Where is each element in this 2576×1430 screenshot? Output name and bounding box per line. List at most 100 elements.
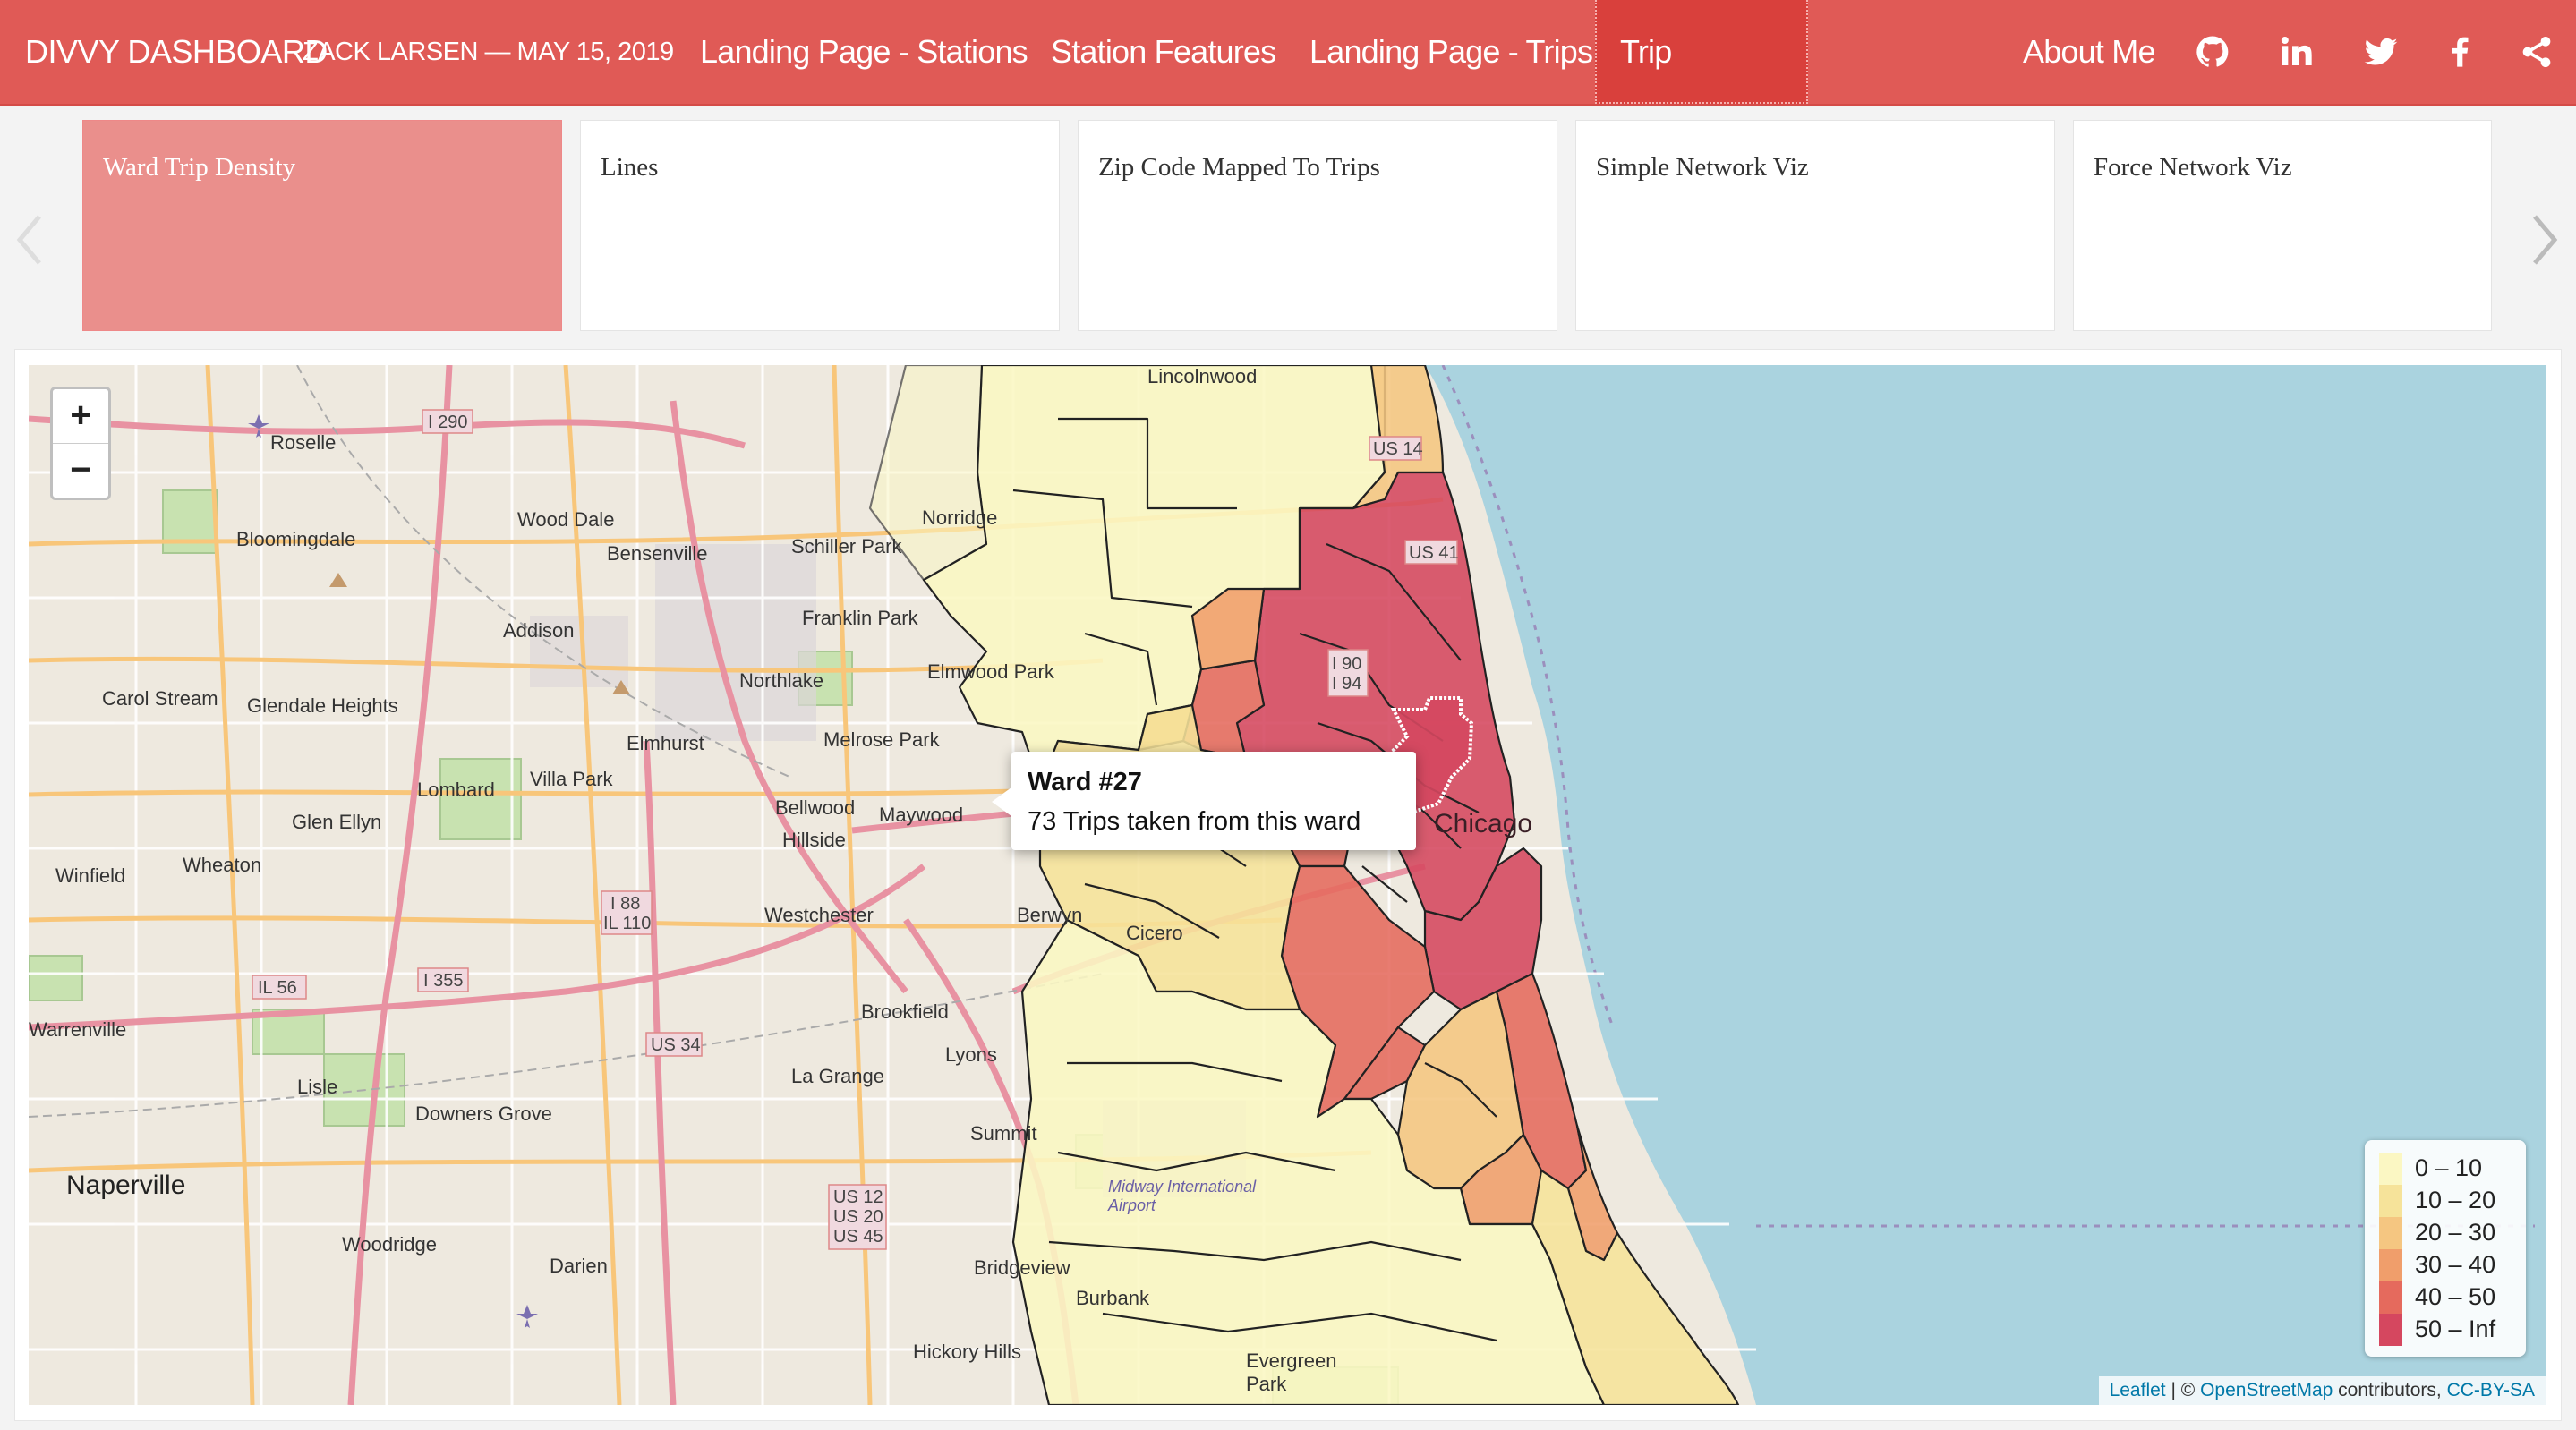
place-label: Chicago [1434, 809, 1533, 838]
place-label: Lisle [297, 1076, 338, 1098]
leaflet-link[interactable]: Leaflet [2110, 1380, 2166, 1400]
legend-swatch [2379, 1185, 2402, 1217]
legend-swatch [2379, 1153, 2402, 1185]
card-label: Force Network Viz [2094, 153, 2292, 182]
place-label: Bloomingdale [236, 528, 356, 550]
place-label: Northlake [739, 669, 824, 692]
place-label: Addison [503, 619, 575, 642]
svg-text:I 290: I 290 [428, 413, 467, 432]
legend-row: 0 – 10 [2379, 1153, 2522, 1185]
nav-landing-stations[interactable]: Landing Page - Stations [700, 0, 1028, 104]
osm-link[interactable]: OpenStreetMap [2200, 1380, 2333, 1400]
nav-landing-trips[interactable]: Landing Page - Trips [1309, 0, 1593, 104]
leaflet-map[interactable]: I 290 I 88 IL 110 I 355 IL 56 US 34 US 12… [29, 365, 2546, 1405]
legend-swatch [2379, 1217, 2402, 1249]
nav-about-me[interactable]: About Me [2023, 0, 2156, 104]
facebook-icon[interactable] [2442, 34, 2478, 70]
place-label: Lombard [417, 779, 495, 801]
legend-label: 50 – Inf [2415, 1315, 2496, 1342]
share-icon[interactable] [2519, 34, 2555, 70]
svg-text:I 88: I 88 [610, 894, 640, 914]
place-label: Schiller Park [791, 535, 902, 558]
card-simple-network[interactable]: Simple Network Viz [1575, 120, 2055, 331]
card-label: Simple Network Viz [1596, 153, 1809, 182]
legend-swatch [2379, 1281, 2402, 1314]
svg-text:US 12: US 12 [833, 1187, 883, 1207]
zoom-control: + − [50, 387, 111, 500]
map-attribution: Leaflet | © OpenStreetMap contributors, … [2098, 1376, 2546, 1405]
place-label: Hickory Hills [913, 1341, 1021, 1363]
place-label: Bridgeview [974, 1256, 1070, 1279]
place-label: Brookfield [861, 1000, 949, 1023]
author-date: ZACK LARSEN — MAY 15, 2019 [303, 38, 674, 66]
svg-text:I 355: I 355 [423, 971, 463, 991]
popup-title: Ward #27 [1028, 768, 1142, 796]
twitter-icon[interactable] [2363, 34, 2399, 70]
carousel-prev-icon[interactable] [13, 204, 48, 276]
brand-title[interactable]: DIVVY DASHBOARD [25, 0, 328, 104]
nav-station-features[interactable]: Station Features [1051, 0, 1276, 104]
nav-trip-features[interactable]: Trip Features [1595, 0, 1808, 174]
legend-row: 50 – Inf [2379, 1314, 2522, 1346]
card-force-network[interactable]: Force Network Viz [2073, 120, 2492, 331]
place-label: Midway International Airport [1108, 1178, 1257, 1214]
place-label: Carol Stream [102, 687, 218, 710]
popup-text: 73 Trips taken from this ward [1028, 807, 1361, 836]
place-label: Burbank [1076, 1287, 1149, 1309]
legend-row: 10 – 20 [2379, 1185, 2522, 1217]
svg-text:US 14: US 14 [1373, 439, 1423, 459]
ward-popup: Ward #27 73 Trips taken from this ward [992, 752, 1416, 850]
place-label: Elmwood Park [927, 660, 1054, 683]
svg-text:I 90: I 90 [1332, 654, 1361, 674]
place-label: Bensenville [607, 542, 708, 565]
attribution-contrib: contributors, [2333, 1380, 2447, 1400]
carousel-next-icon[interactable] [2526, 204, 2562, 276]
place-label: Norridge [922, 506, 998, 529]
legend-label: 20 – 30 [2415, 1219, 2496, 1246]
legend-swatch [2379, 1249, 2402, 1281]
top-navbar: DIVVY DASHBOARD ZACK LARSEN — MAY 15, 20… [0, 0, 2576, 174]
place-label: Evergreen Park [1246, 1349, 1337, 1395]
legend-row: 20 – 30 [2379, 1217, 2522, 1249]
svg-text:IL 56: IL 56 [258, 978, 297, 998]
license-link[interactable]: CC-BY-SA [2447, 1380, 2535, 1400]
svg-text:US 45: US 45 [833, 1227, 883, 1247]
map-legend: 0 – 10 10 – 20 20 – 30 30 – 40 40 – 50 5… [2365, 1140, 2526, 1357]
card-ward-trip-density[interactable]: Ward Trip Density [82, 120, 562, 331]
place-label: Glen Ellyn [292, 811, 382, 833]
place-label: Darien [550, 1255, 608, 1277]
card-label: Zip Code Mapped To Trips [1098, 153, 1380, 182]
place-label: Maywood [879, 804, 964, 826]
legend-label: 40 – 50 [2415, 1283, 2496, 1310]
zoom-in-button[interactable]: + [53, 389, 108, 443]
svg-text:US 34: US 34 [651, 1035, 701, 1055]
place-label: Summit [970, 1122, 1037, 1145]
place-label: Cicero [1126, 922, 1183, 944]
place-label: Woodridge [342, 1233, 437, 1256]
feature-carousel: Ward Trip Density Lines Zip Code Mapped … [0, 106, 2576, 342]
place-label: La Grange [791, 1065, 884, 1087]
linkedin-icon[interactable] [2279, 34, 2315, 70]
svg-text:US 41: US 41 [1409, 543, 1459, 563]
card-lines[interactable]: Lines [580, 120, 1060, 331]
svg-text:I 94: I 94 [1332, 674, 1361, 694]
legend-label: 0 – 10 [2415, 1154, 2483, 1181]
place-label: Wheaton [183, 854, 262, 876]
popup-tip [992, 787, 1011, 816]
card-label: Ward Trip Density [103, 153, 296, 182]
place-label: Franklin Park [802, 607, 918, 629]
place-label: Lincolnwood [1147, 365, 1258, 387]
place-label: Wood Dale [517, 508, 615, 531]
github-icon[interactable] [2195, 34, 2231, 70]
zoom-out-button[interactable]: − [53, 443, 108, 498]
legend-swatch [2379, 1314, 2402, 1346]
place-label: Westchester [764, 904, 874, 926]
place-label: Berwyn [1017, 904, 1083, 926]
place-label: Elmhurst [627, 732, 704, 754]
place-label: Lyons [945, 1043, 997, 1066]
place-label: Melrose Park [823, 728, 940, 751]
place-label: Warrenville [29, 1018, 127, 1041]
place-label: Glendale Heights [247, 694, 398, 717]
card-zip-code-trips[interactable]: Zip Code Mapped To Trips [1078, 120, 1557, 331]
card-label: Lines [601, 153, 659, 182]
